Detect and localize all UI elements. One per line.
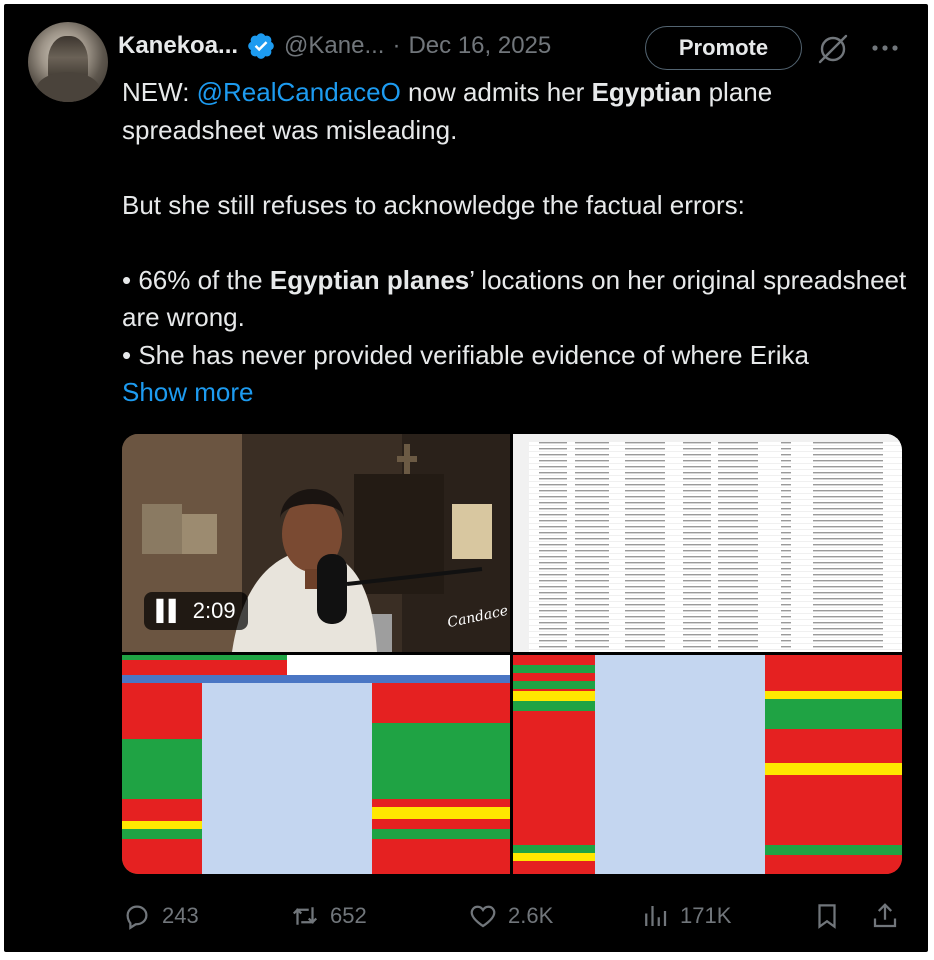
promote-button[interactable]: Promote	[645, 26, 802, 70]
bullet-1: • 66% of the Egyptian planes’ locations …	[122, 262, 912, 337]
text-span: • 66% of the	[122, 264, 270, 295]
spreadsheet-image-2[interactable]	[122, 655, 510, 874]
separator: ·	[392, 32, 401, 59]
text-span: now admits her	[400, 77, 592, 107]
avatar[interactable]	[28, 22, 108, 102]
spreadsheet-render	[513, 655, 902, 874]
like-icon	[470, 905, 496, 928]
spreadsheet-render	[122, 655, 510, 874]
video-time-badge[interactable]: ▌▌ 2:09	[144, 592, 248, 630]
repost-icon	[292, 907, 318, 925]
action-bar: 243 652 2.6K 171K	[122, 894, 902, 938]
tweet-text: NEW: @RealCandaceO now admits her Egypti…	[122, 74, 912, 412]
reply-count: 243	[162, 903, 199, 928]
paragraph-2: But she still refuses to acknowledge the…	[122, 189, 745, 220]
grok-icon[interactable]	[816, 32, 850, 66]
reply-button[interactable]: 243	[122, 894, 199, 938]
bookmark-icon	[818, 904, 836, 929]
views-count: 171K	[680, 903, 732, 928]
pause-icon[interactable]: ▌▌	[156, 600, 182, 623]
timestamp[interactable]: Dec 16, 2025	[408, 32, 551, 60]
like-count: 2.6K	[508, 903, 554, 928]
share-icon	[873, 903, 897, 928]
share-button[interactable]	[870, 894, 910, 938]
reply-icon	[126, 905, 148, 930]
spreadsheet-image-3[interactable]	[513, 655, 902, 874]
bold-text: Egyptian planes	[269, 264, 470, 295]
spreadsheet-render	[513, 434, 902, 652]
bullet-2: • She has never provided verifiable evid…	[122, 339, 809, 370]
bold-text: Egyptian	[591, 77, 702, 107]
show-more-link[interactable]: Show more	[122, 377, 254, 407]
repost-count: 652	[330, 903, 367, 928]
media-grid: ▌▌ 2:09 Candace	[122, 434, 902, 874]
repost-button[interactable]: 652	[290, 894, 367, 938]
video-time: 2:09	[192, 598, 236, 623]
verified-badge-icon	[246, 31, 276, 61]
tweet-card: Kanekoa... @Kane... · Dec 16, 2025 Promo…	[4, 4, 928, 952]
spreadsheet-image-1[interactable]	[513, 434, 902, 652]
views-button[interactable]: 171K	[640, 894, 731, 938]
text-span: NEW:	[122, 77, 197, 107]
more-icon[interactable]	[868, 36, 902, 60]
video-thumbnail[interactable]: ▌▌ 2:09 Candace	[122, 434, 510, 652]
bookmark-button[interactable]	[812, 894, 852, 938]
views-icon	[645, 906, 667, 926]
display-name[interactable]: Kanekoa...	[118, 32, 238, 60]
tweet-header: Kanekoa... @Kane... · Dec 16, 2025	[118, 26, 551, 66]
handle[interactable]: @Kane...	[284, 32, 384, 60]
paragraph-1: NEW: @RealCandaceO now admits her Egypti…	[122, 74, 912, 149]
mention-link[interactable]: @RealCandaceO	[197, 77, 401, 107]
like-button[interactable]: 2.6K	[468, 894, 553, 938]
